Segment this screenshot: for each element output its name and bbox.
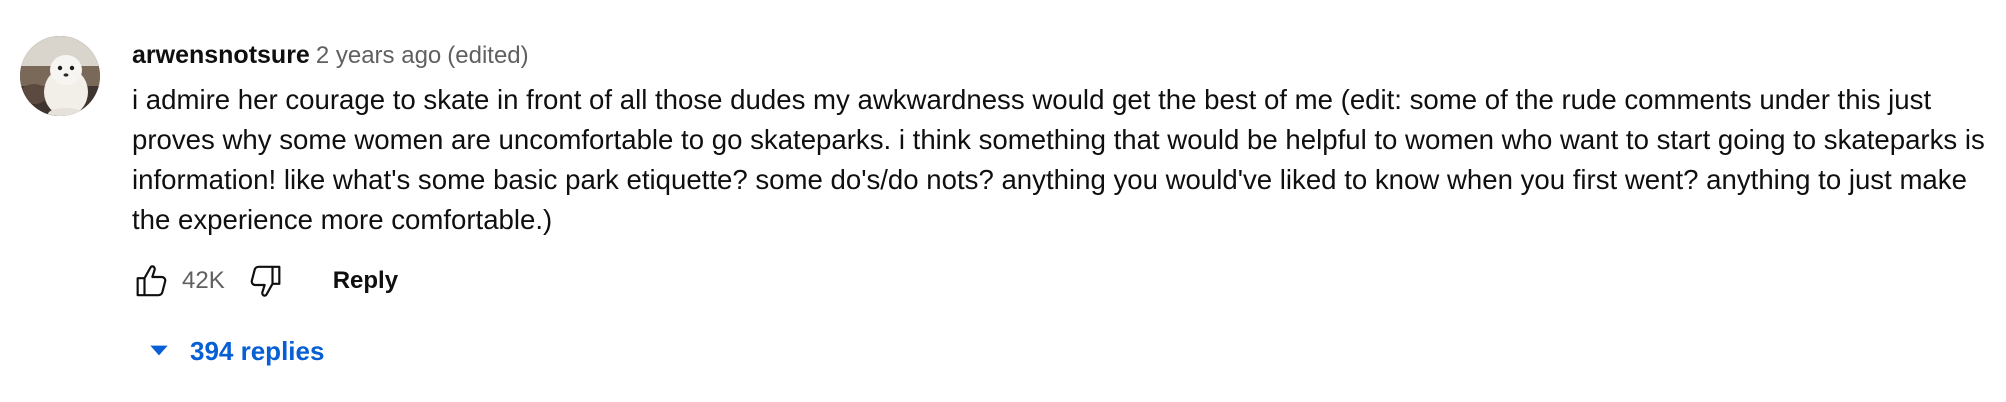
avatar-seal-image <box>20 36 100 116</box>
avatar[interactable] <box>20 36 100 116</box>
view-replies-button[interactable]: 394 replies <box>142 328 324 374</box>
comment-meta: 2 years ago (edited) <box>316 42 529 69</box>
reply-button[interactable]: Reply <box>333 267 398 295</box>
author-name[interactable]: arwensnotsure <box>132 41 310 69</box>
comment-thread: arwensnotsure 2 years ago (edited) i admir… <box>0 0 2006 402</box>
edited-label: (edited) <box>447 42 529 69</box>
thumbs-down-icon <box>250 265 281 297</box>
replies-count-label: 394 replies <box>190 335 325 366</box>
like-button[interactable] <box>128 258 174 304</box>
comment-header: arwensnotsure 2 years ago (edited) <box>132 38 529 76</box>
like-count: 42K <box>182 267 225 294</box>
timestamp-link[interactable]: 2 years ago <box>316 42 441 69</box>
dislike-button[interactable] <box>243 258 289 304</box>
comment-text: i admire her courage to skate in front o… <box>132 84 1985 235</box>
caret-down-icon <box>142 334 176 368</box>
comment-actions: 42K Reply <box>132 258 398 304</box>
thumbs-up-icon <box>136 265 167 297</box>
